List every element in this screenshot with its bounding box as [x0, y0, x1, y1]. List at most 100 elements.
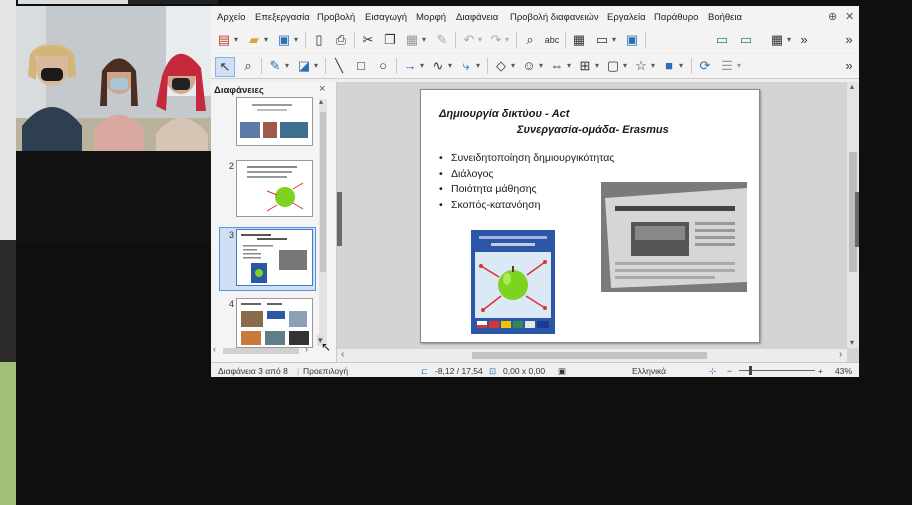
chevron-down-icon[interactable]: ▾: [448, 57, 452, 75]
menu-slide[interactable]: Διαφάνεια: [456, 12, 498, 23]
start-from-first-icon[interactable]: ▭: [713, 31, 731, 49]
menu-view[interactable]: Προβολή: [317, 12, 355, 23]
slide-thumbnail-1[interactable]: [236, 97, 313, 146]
menu-help[interactable]: Βοήθεια: [708, 12, 742, 23]
chevron-down-icon[interactable]: ▾: [651, 57, 655, 75]
arrow-line-icon[interactable]: →: [401, 57, 419, 75]
clone-formatting-icon[interactable]: ✎: [433, 31, 451, 49]
line-icon[interactable]: ╲: [330, 57, 348, 75]
paste-icon[interactable]: ▦: [403, 31, 421, 49]
menu-tools[interactable]: Εργαλεία: [607, 12, 646, 23]
chevron-down-icon[interactable]: ▾: [314, 57, 318, 75]
undo-icon[interactable]: ↶: [460, 31, 478, 49]
menu-edit[interactable]: Επεξεργασία: [255, 12, 310, 23]
slide-title-line1[interactable]: Δημιουργία δικτύου - Act: [439, 108, 569, 120]
align-icon[interactable]: ☰: [718, 57, 736, 75]
chevron-down-icon[interactable]: ▾: [476, 57, 480, 75]
toolbar-overflow-right-icon[interactable]: »: [840, 57, 858, 75]
slide-thumbnail-3[interactable]: [236, 229, 313, 286]
menu-slideshow[interactable]: Προβολή διαφανειών: [510, 12, 599, 23]
scroll-right-icon[interactable]: ›: [305, 344, 308, 354]
print-icon[interactable]: ⎙: [332, 31, 350, 49]
menu-window[interactable]: Παράθυρο: [654, 12, 698, 23]
chevron-down-icon[interactable]: ▾: [478, 31, 482, 49]
chevron-down-icon[interactable]: ▾: [567, 57, 571, 75]
grid-icon[interactable]: ▦: [570, 31, 588, 49]
flowchart-icon[interactable]: ⊞: [576, 57, 594, 75]
fill-color-icon[interactable]: ◪: [295, 57, 313, 75]
document-modified-icon[interactable]: ▣: [558, 366, 566, 377]
zoom-slider-handle[interactable]: [749, 366, 752, 375]
chevron-down-icon[interactable]: ▾: [787, 31, 791, 49]
select-icon[interactable]: ↖: [215, 57, 235, 77]
open-folder-icon[interactable]: ▰: [245, 31, 263, 49]
scroll-left-icon[interactable]: ‹: [213, 344, 216, 354]
copy-icon[interactable]: ❐: [381, 31, 399, 49]
slides-pane-hscrollbar[interactable]: ‹ ›: [211, 344, 319, 356]
master-slide-icon[interactable]: ▣: [623, 31, 641, 49]
table-icon[interactable]: ▦: [768, 31, 786, 49]
globe-icon[interactable]: ⊕: [828, 10, 837, 23]
toolbar-overflow-right-icon[interactable]: »: [840, 31, 858, 49]
curve-icon[interactable]: ∿: [429, 57, 447, 75]
chevron-down-icon[interactable]: ▾: [679, 57, 683, 75]
cut-icon[interactable]: ✂: [359, 31, 377, 49]
chevron-down-icon[interactable]: ▾: [623, 57, 627, 75]
rotate-icon[interactable]: ⟳: [696, 57, 714, 75]
3d-objects-icon[interactable]: ■: [660, 57, 678, 75]
edit-horizontal-scroll-thumb[interactable]: [472, 352, 707, 359]
slide-bullet-list[interactable]: • Συνειδητοποίηση δημιουργικότητας • Διάλο…: [439, 152, 614, 214]
line-color-icon[interactable]: ✎: [266, 57, 284, 75]
fit-slide-icon[interactable]: ⊹: [709, 366, 716, 377]
scroll-up-icon[interactable]: ▴: [850, 82, 854, 91]
language-status[interactable]: Ελληνικά: [632, 366, 666, 376]
toolbar-overflow-icon[interactable]: »: [795, 31, 813, 49]
menu-format[interactable]: Μορφή: [416, 12, 446, 23]
chevron-down-icon[interactable]: ▾: [420, 57, 424, 75]
symbol-shapes-icon[interactable]: ☺: [520, 57, 538, 75]
slide-canvas[interactable]: Δημιουργία δικτύου - Act Συνεργασία-ομάδ…: [420, 89, 760, 343]
rectangle-icon[interactable]: □: [352, 57, 370, 75]
spellcheck-icon[interactable]: abc: [543, 31, 561, 49]
chevron-down-icon[interactable]: ▾: [505, 31, 509, 49]
start-from-current-icon[interactable]: ▭: [737, 31, 755, 49]
zoom-in-button[interactable]: +: [818, 366, 823, 376]
slides-pane-scroll-thumb[interactable]: [320, 112, 326, 272]
zoom-level[interactable]: 43%: [835, 366, 852, 376]
display-views-icon[interactable]: ▭: [593, 31, 611, 49]
save-icon[interactable]: ▣: [275, 31, 293, 49]
callout-icon[interactable]: ▢: [604, 57, 622, 75]
sidebar-splitter[interactable]: [855, 192, 859, 247]
find-replace-icon[interactable]: ⌕: [521, 31, 539, 49]
ellipse-icon[interactable]: ○: [374, 57, 392, 75]
pane-splitter[interactable]: [337, 192, 342, 246]
scroll-right-icon[interactable]: ›: [839, 349, 842, 360]
chevron-down-icon[interactable]: ▾: [422, 31, 426, 49]
chevron-down-icon[interactable]: ▾: [612, 31, 616, 49]
chevron-down-icon[interactable]: ▾: [595, 57, 599, 75]
star-icon[interactable]: ☆: [632, 57, 650, 75]
scroll-left-icon[interactable]: ‹: [341, 349, 344, 360]
export-pdf-icon[interactable]: ▯: [310, 31, 328, 49]
menu-file[interactable]: Αρχείο: [217, 12, 245, 23]
zoom-icon[interactable]: ⌕: [239, 57, 257, 75]
zoom-out-button[interactable]: −: [727, 366, 732, 376]
chevron-down-icon[interactable]: ▾: [737, 57, 741, 75]
chevron-down-icon[interactable]: ▾: [539, 57, 543, 75]
connector-icon[interactable]: ⤷: [457, 57, 475, 75]
close-document-icon[interactable]: ✕: [845, 10, 854, 23]
chevron-down-icon[interactable]: ▾: [294, 31, 298, 49]
basic-shapes-icon[interactable]: ◇: [492, 57, 510, 75]
chevron-down-icon[interactable]: ▾: [511, 57, 515, 75]
slide-title-line2[interactable]: Συνεργασία-ομάδα- Erasmus: [517, 124, 669, 136]
close-pane-icon[interactable]: ×: [319, 83, 325, 95]
block-arrows-icon[interactable]: ⇔: [548, 57, 566, 75]
new-document-icon[interactable]: ▤: [215, 31, 233, 49]
chevron-down-icon[interactable]: ▾: [285, 57, 289, 75]
slide-thumbnail-2[interactable]: [236, 160, 313, 217]
menu-insert[interactable]: Εισαγωγή: [365, 12, 407, 23]
slide-thumbnail-4[interactable]: [236, 298, 313, 348]
chevron-down-icon[interactable]: ▾: [234, 31, 238, 49]
scroll-down-icon[interactable]: ▾: [850, 338, 854, 347]
chevron-down-icon[interactable]: ▾: [264, 31, 268, 49]
